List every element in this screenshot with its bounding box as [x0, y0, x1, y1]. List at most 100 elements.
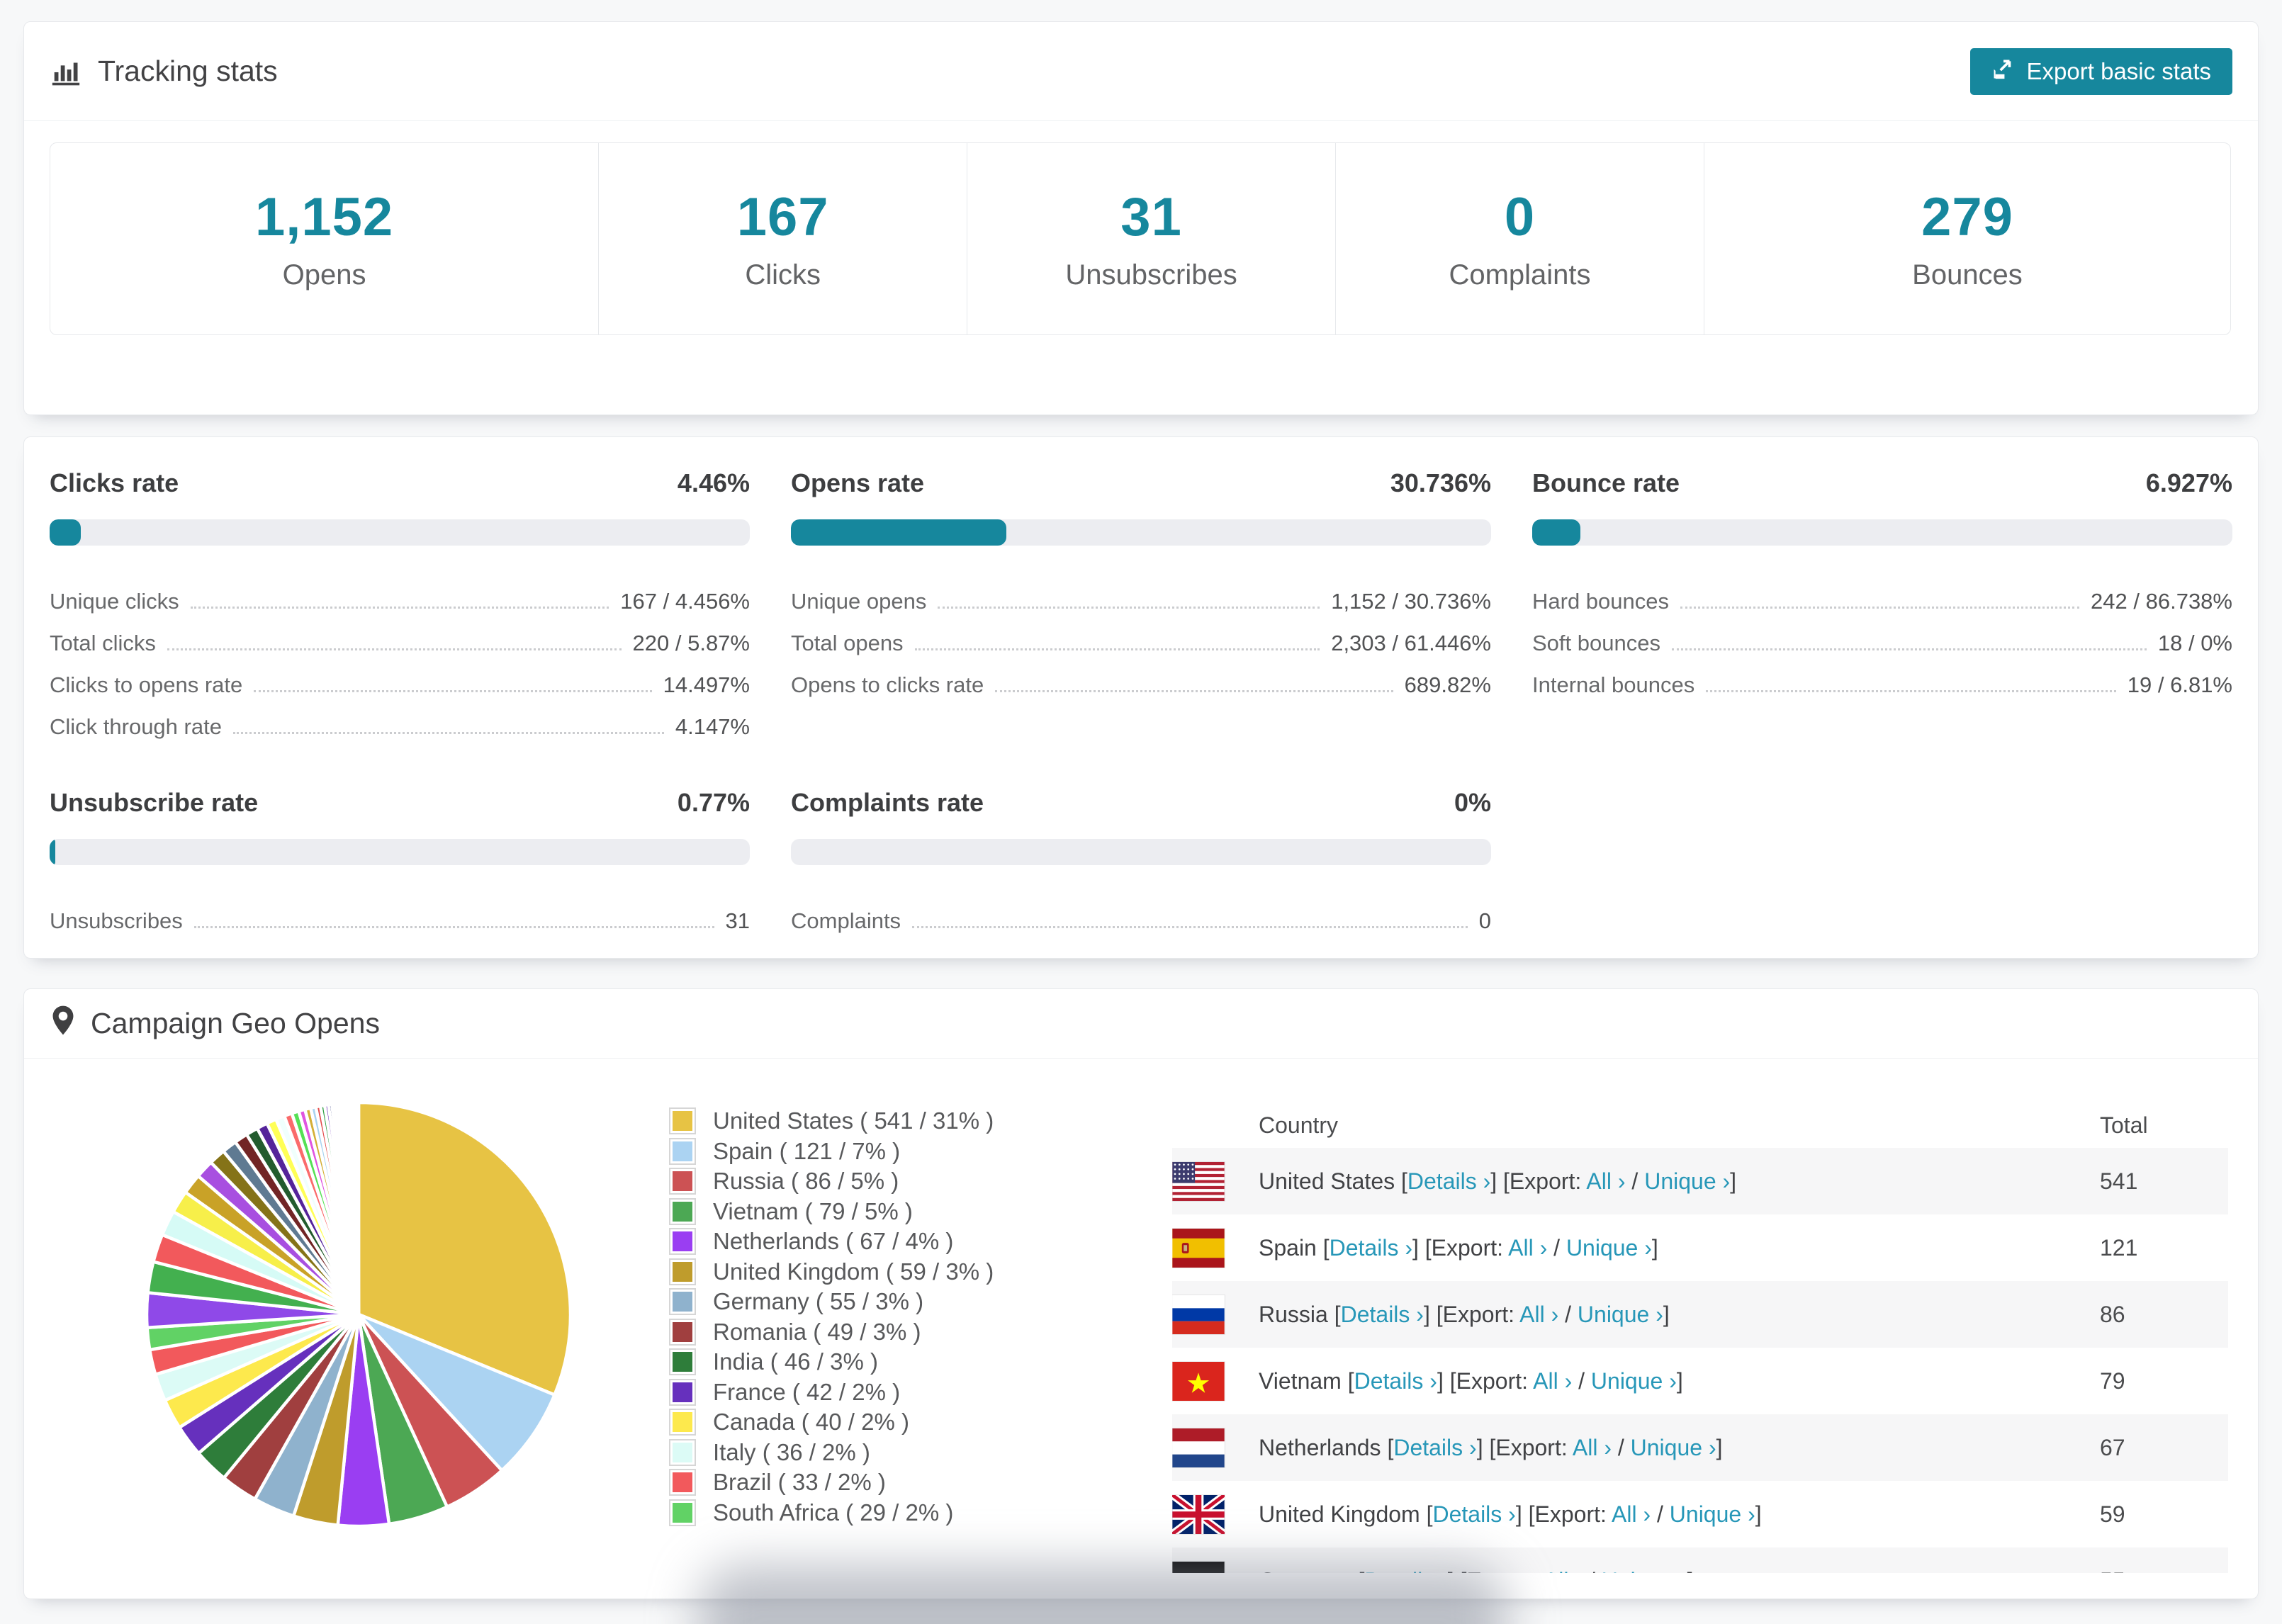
punctuation: ] [Export: [1515, 1501, 1612, 1527]
export-unique-link[interactable]: Unique › [1578, 1302, 1663, 1327]
rate-panel-opens-rate: Opens rate 30.736% Unique opens 1,152 / 30.… [791, 468, 1491, 740]
legend-label: Germany ( 55 / 3% ) [713, 1288, 924, 1315]
details-link[interactable]: Details › [1330, 1235, 1412, 1261]
rate-value: 4.46% [677, 468, 750, 497]
punctuation: ] [1716, 1434, 1723, 1460]
details-link[interactable]: Details › [1341, 1302, 1424, 1327]
rate-value: 6.927% [2145, 468, 2232, 497]
legend-item: United States ( 541 / 31% ) [669, 1106, 994, 1137]
export-unique-link[interactable]: Unique › [1644, 1168, 1730, 1194]
geo-table-header: Country Total [1172, 1103, 2228, 1148]
progress-bar-fill [50, 839, 55, 865]
rate-detail-label: Total clicks [50, 631, 156, 655]
rate-detail-row: Unsubscribes 31 [50, 892, 750, 934]
stat-cell-clicks: 167 Clicks [598, 143, 967, 334]
dotted-leader [912, 926, 1468, 928]
rate-detail-label: Clicks to opens rate [50, 672, 243, 697]
export-all-link[interactable]: All › [1544, 1568, 1583, 1574]
export-all-link[interactable]: All › [1586, 1168, 1625, 1194]
dotted-leader [914, 648, 1320, 650]
legend-label: Russia ( 86 / 5% ) [713, 1168, 899, 1195]
tracking-stats-header: Tracking stats Export basic stats [24, 22, 2258, 121]
stat-cell-bounces: 279 Bounces [1703, 143, 2230, 334]
rate-detail-row: Clicks to opens rate 14.497% [50, 656, 750, 698]
rate-detail-label: Complaints [791, 908, 901, 933]
punctuation: ] [1730, 1168, 1737, 1194]
geo-total-value: 121 [2100, 1234, 2138, 1261]
legend-item: Canada ( 40 / 2% ) [669, 1407, 994, 1438]
details-link[interactable]: Details › [1432, 1501, 1515, 1527]
rate-detail-value: 689.82% [1404, 672, 1491, 697]
dotted-leader [995, 690, 1393, 692]
bar-chart-icon [50, 55, 82, 88]
punctuation: [ [1381, 1434, 1394, 1460]
stat-value: 1,152 [255, 187, 394, 247]
rate-detail-value: 242 / 86.738% [2091, 589, 2232, 614]
rate-detail-row: Complaints 0 [791, 892, 1491, 934]
details-link[interactable]: Details › [1393, 1435, 1476, 1460]
export-unique-link[interactable]: Unique › [1602, 1568, 1687, 1574]
progress-bar-fill [791, 519, 1006, 546]
geo-country-cell: Netherlands [Details ›] [Export: All › /… [1259, 1435, 2100, 1461]
legend-swatch [669, 1168, 696, 1195]
geo-table-row: Netherlands [Details ›] [Export: All › /… [1172, 1414, 2228, 1481]
export-all-link[interactable]: All › [1533, 1368, 1572, 1394]
punctuation: ] [Export: [1448, 1568, 1544, 1574]
geo-table: Country Total United States [Details ›] … [1172, 1103, 2228, 1573]
geo-table-row: United States [Details ›] [Export: All ›… [1172, 1148, 2228, 1214]
page-title: Tracking stats [98, 55, 278, 87]
legend-item: Brazil ( 33 / 2% ) [669, 1467, 994, 1498]
export-all-link[interactable]: All › [1519, 1302, 1558, 1327]
dotted-leader [1671, 648, 2147, 650]
punctuation: [ [1327, 1301, 1341, 1327]
details-link[interactable]: Details › [1354, 1368, 1437, 1394]
export-unique-link[interactable]: Unique › [1670, 1501, 1755, 1527]
legend-label: France ( 42 / 2% ) [713, 1378, 901, 1405]
export-unique-link[interactable]: Unique › [1566, 1235, 1652, 1261]
legend-label: Netherlands ( 67 / 4% ) [713, 1228, 954, 1255]
rate-panel-bounce-rate: Bounce rate 6.927% Hard bounces 242 / 86.73… [1532, 468, 2232, 740]
details-link[interactable]: Details › [1364, 1568, 1447, 1574]
dotted-leader [232, 732, 664, 734]
legend-item: Romania ( 49 / 3% ) [669, 1317, 994, 1348]
export-all-link[interactable]: All › [1508, 1235, 1547, 1261]
es-flag-icon [1172, 1228, 1259, 1268]
geo-country-name: United Kingdom [1259, 1501, 1420, 1527]
rate-title: Opens rate [791, 468, 925, 497]
export-unique-link[interactable]: Unique › [1591, 1368, 1677, 1394]
stat-cell-complaints: 0 Complaints [1335, 143, 1704, 334]
legend-label: United Kingdom ( 59 / 3% ) [713, 1258, 994, 1285]
geo-country-name: Netherlands [1259, 1434, 1381, 1460]
geo-table-row: United Kingdom [Details ›] [Export: All … [1172, 1481, 2228, 1547]
rate-detail-label: Internal bounces [1532, 672, 1695, 697]
stat-label: Clicks [745, 259, 821, 291]
export-all-link[interactable]: All › [1612, 1501, 1651, 1527]
geo-country-cell: Vietnam [Details ›] [Export: All › / Uni… [1259, 1368, 2100, 1394]
rate-panel-unsubscribe-rate: Unsubscribe rate 0.77% Unsubscribes 31 [50, 788, 750, 934]
punctuation: / [1611, 1434, 1631, 1460]
export-all-link[interactable]: All › [1573, 1435, 1612, 1460]
legend-label: United States ( 541 / 31% ) [713, 1107, 994, 1134]
rate-title: Clicks rate [50, 468, 179, 497]
legend-label: India ( 46 / 3% ) [713, 1348, 878, 1375]
punctuation: ] [Export: [1437, 1368, 1534, 1394]
dotted-leader [1680, 607, 2080, 609]
legend-item: France ( 42 / 2% ) [669, 1377, 994, 1408]
punctuation: ] [Export: [1423, 1301, 1520, 1327]
legend-item: South Africa ( 29 / 2% ) [669, 1498, 994, 1528]
details-link[interactable]: Details › [1407, 1168, 1490, 1194]
punctuation: ] [Export: [1490, 1168, 1587, 1194]
rate-panel-clicks-rate: Clicks rate 4.46% Unique clicks 167 / 4.456… [50, 468, 750, 740]
stat-label: Bounces [1912, 259, 2023, 291]
export-unique-link[interactable]: Unique › [1631, 1435, 1716, 1460]
legend-swatch [669, 1107, 696, 1135]
export-basic-stats-button[interactable]: Export basic stats [1969, 47, 2232, 95]
geo-country-name: Russia [1259, 1301, 1328, 1327]
rate-detail-value: 14.497% [663, 672, 750, 697]
rate-detail-value: 0 [1478, 908, 1491, 933]
geo-total-value: 79 [2100, 1368, 2125, 1394]
rate-detail-label: Unsubscribes [50, 908, 183, 933]
rate-value: 30.736% [1390, 468, 1491, 497]
punctuation: ] [1651, 1234, 1658, 1261]
rate-detail-label: Unique opens [791, 589, 927, 614]
